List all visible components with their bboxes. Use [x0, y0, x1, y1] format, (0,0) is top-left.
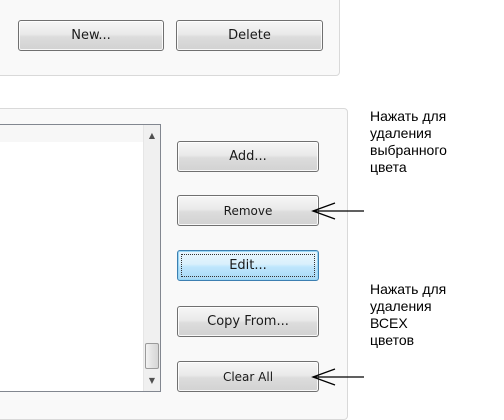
vertical-scrollbar[interactable]: ▲ ▼ — [143, 125, 160, 391]
delete-button[interactable]: Delete — [176, 20, 323, 51]
list-item[interactable] — [0, 125, 143, 142]
clear-all-button[interactable]: Clear All — [177, 361, 319, 392]
color-listbox[interactable]: ▲ ▼ — [0, 124, 161, 392]
scroll-down-arrow-icon[interactable]: ▼ — [144, 372, 160, 389]
dialog-panel: New... Delete ▲ ▼ Add... Remove Edit... … — [0, 0, 348, 420]
add-button[interactable]: Add... — [177, 141, 319, 172]
remove-button[interactable]: Remove — [177, 195, 319, 226]
edit-button[interactable]: Edit... — [177, 250, 319, 281]
scroll-up-arrow-icon[interactable]: ▲ — [144, 127, 160, 144]
new-button[interactable]: New... — [18, 20, 164, 51]
edit-button-label: Edit... — [229, 258, 267, 273]
clear-all-annotation-text: Нажать для удаления ВСЕХ цветов — [370, 281, 447, 348]
scroll-thumb[interactable] — [145, 343, 159, 369]
copy-from-button[interactable]: Copy From... — [177, 306, 319, 337]
remove-annotation-text: Нажать для удаления выбранного цвета — [370, 108, 447, 175]
